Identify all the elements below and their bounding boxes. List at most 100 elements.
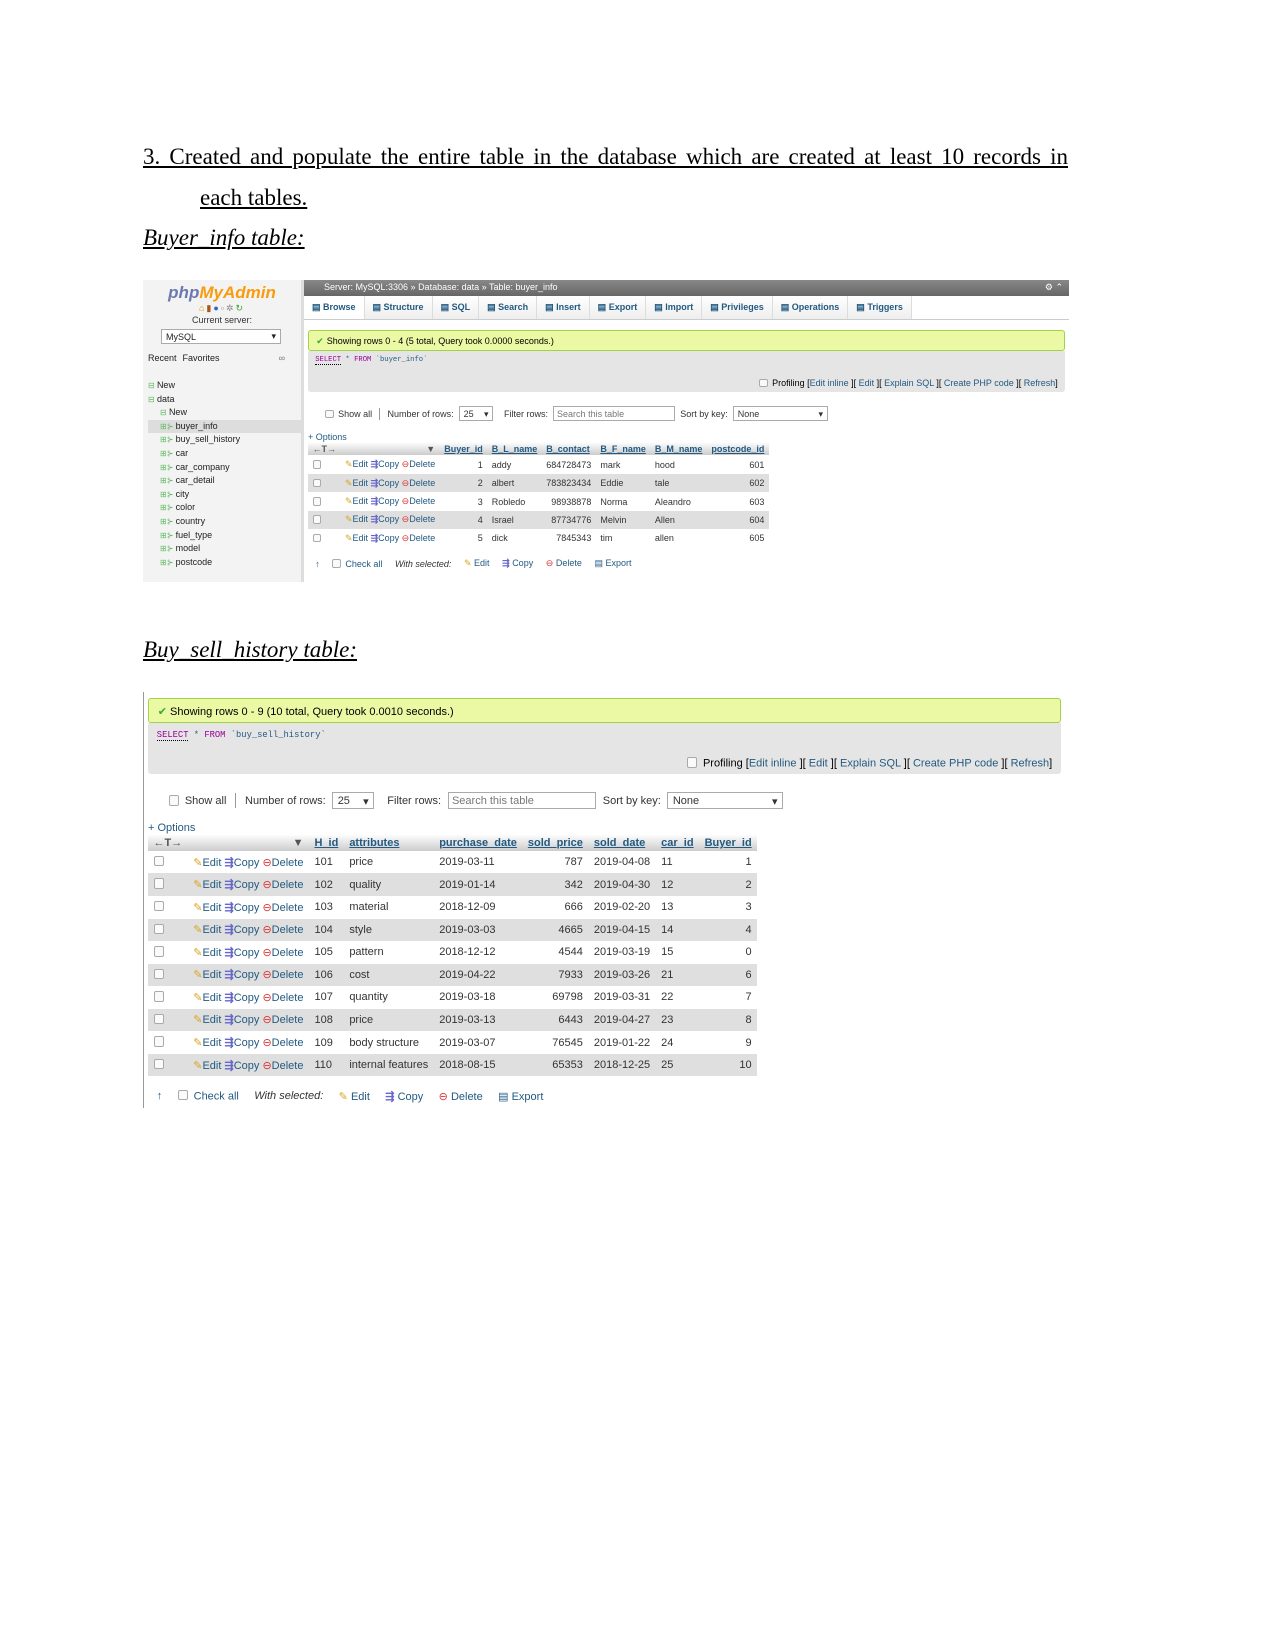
- copy-link[interactable]: Copy: [234, 902, 260, 914]
- tree-item-postcode[interactable]: ⊞⊱ postcode: [148, 556, 301, 570]
- copy-link[interactable]: Copy: [234, 879, 260, 891]
- copy-link[interactable]: Copy: [378, 496, 399, 506]
- delete-link[interactable]: Delete: [272, 857, 304, 869]
- edit-link[interactable]: Edit: [202, 924, 221, 936]
- settings-icon[interactable]: ✲: [226, 303, 236, 313]
- gear-icon[interactable]: ⚙: [1045, 282, 1053, 292]
- tab-operations[interactable]: ▤ Operations: [772, 296, 849, 319]
- row-checkbox[interactable]: [153, 901, 164, 912]
- filter-rows-input[interactable]: Search this table: [447, 791, 597, 810]
- edit-link[interactable]: Edit: [353, 533, 369, 543]
- tree-item-car[interactable]: ⊞⊱ car: [148, 447, 301, 461]
- row-checkbox[interactable]: [312, 478, 322, 488]
- query-link-refresh[interactable]: Refresh: [1011, 758, 1050, 770]
- bulk-edit-button[interactable]: ✎ Edit: [464, 558, 490, 569]
- filter-rows-input[interactable]: Search this table: [553, 406, 675, 422]
- sort-by-key-select[interactable]: None: [733, 406, 828, 422]
- row-checkbox[interactable]: [153, 923, 164, 934]
- row-checkbox[interactable]: [312, 460, 322, 469]
- copy-link[interactable]: Copy: [234, 1014, 260, 1026]
- copy-link[interactable]: Copy: [378, 478, 399, 488]
- query-link-edit[interactable]: Edit: [809, 758, 828, 770]
- profiling-checkbox[interactable]: [687, 757, 698, 768]
- edit-link[interactable]: Edit: [202, 969, 221, 981]
- edit-link[interactable]: Edit: [202, 857, 221, 869]
- delete-link[interactable]: Delete: [409, 514, 435, 524]
- row-checkbox[interactable]: [153, 1058, 164, 1070]
- delete-link[interactable]: Delete: [409, 533, 435, 543]
- query-link-edit-inline[interactable]: Edit inline: [810, 378, 849, 388]
- row-checkbox[interactable]: [312, 515, 322, 524]
- edit-link[interactable]: Edit: [202, 879, 221, 891]
- sort-dropdown-icon[interactable]: ▼: [187, 834, 309, 851]
- rows-per-page-select[interactable]: 25: [332, 791, 375, 810]
- sort-by-key-select[interactable]: None: [667, 791, 783, 810]
- tree-item-fuel-type[interactable]: ⊞⊱ fuel_type: [148, 529, 301, 543]
- query-link-edit-inline[interactable]: Edit inline: [749, 758, 797, 770]
- copy-link[interactable]: Copy: [378, 514, 399, 524]
- column-resize-handle[interactable]: ←T→: [308, 441, 341, 456]
- tab-structure[interactable]: ▤ Structure: [364, 296, 433, 319]
- query-link-explain-sql[interactable]: Explain SQL: [840, 758, 901, 770]
- options-toggle[interactable]: + Options: [148, 822, 1061, 834]
- bulk-export-button[interactable]: ▤ Export: [498, 1090, 543, 1103]
- sort-dropdown-icon[interactable]: ▼: [340, 441, 440, 456]
- show-all-checkbox[interactable]: [168, 795, 180, 806]
- edit-link[interactable]: Edit: [353, 514, 369, 524]
- row-checkbox[interactable]: [153, 946, 164, 957]
- query-link-explain-sql[interactable]: Explain SQL: [884, 378, 934, 388]
- delete-link[interactable]: Delete: [409, 496, 435, 506]
- delete-link[interactable]: Delete: [272, 1060, 304, 1072]
- copy-link[interactable]: Copy: [234, 1037, 260, 1049]
- column-header-car-id[interactable]: car_id: [655, 834, 700, 851]
- row-checkbox[interactable]: [312, 533, 322, 543]
- tab-insert[interactable]: ▤ Insert: [537, 296, 590, 319]
- column-header-buyer-id[interactable]: Buyer_id: [439, 441, 488, 456]
- delete-link[interactable]: Delete: [272, 947, 304, 959]
- tree-item-New[interactable]: ⊟ New: [148, 379, 301, 393]
- column-header-buyer-id[interactable]: Buyer_id: [699, 834, 758, 851]
- breadcrumb-item[interactable]: Database: data: [418, 282, 479, 292]
- delete-link[interactable]: Delete: [272, 992, 304, 1004]
- copy-link[interactable]: Copy: [234, 969, 260, 981]
- tree-item-buyer-info[interactable]: ⊞⊱ buyer_info: [148, 419, 301, 434]
- bulk-copy-button[interactable]: ⇶ Copy: [502, 558, 533, 569]
- edit-link[interactable]: Edit: [202, 947, 221, 959]
- tab-import[interactable]: ▤ Import: [646, 296, 703, 319]
- tree-item-data[interactable]: ⊟ data: [148, 393, 301, 407]
- delete-link[interactable]: Delete: [272, 902, 304, 914]
- row-checkbox[interactable]: [153, 1013, 164, 1025]
- check-all-checkbox[interactable]: [332, 559, 341, 568]
- edit-link[interactable]: Edit: [202, 992, 221, 1004]
- check-all[interactable]: Check all: [332, 559, 382, 569]
- delete-link[interactable]: Delete: [409, 478, 435, 488]
- server-select[interactable]: MySQL: [161, 329, 281, 344]
- help-icon[interactable]: ●: [213, 303, 220, 313]
- copy-link[interactable]: Copy: [378, 533, 399, 543]
- tree-item-country[interactable]: ⊞⊱ country: [148, 515, 301, 529]
- column-header-h-id[interactable]: H_id: [308, 834, 344, 851]
- edit-link[interactable]: Edit: [353, 496, 369, 506]
- column-header-b-l-name[interactable]: B_L_name: [487, 441, 542, 456]
- delete-link[interactable]: Delete: [272, 924, 304, 936]
- row-checkbox[interactable]: [153, 991, 164, 1002]
- column-header-b-f-name[interactable]: B_F_name: [595, 441, 651, 456]
- row-checkbox[interactable]: [312, 496, 322, 506]
- row-checkbox[interactable]: [153, 855, 164, 867]
- copy-link[interactable]: Copy: [234, 857, 260, 869]
- bulk-delete-button[interactable]: ⊖ Delete: [546, 558, 582, 569]
- copy-link[interactable]: Copy: [234, 1060, 260, 1072]
- tab-sql[interactable]: ▤ SQL: [432, 296, 480, 319]
- link-icon[interactable]: ∞: [279, 353, 285, 363]
- edit-link[interactable]: Edit: [202, 1060, 221, 1072]
- tree-item-New[interactable]: ⊟ New: [148, 406, 301, 420]
- breadcrumb-item[interactable]: Server: MySQL:3306: [324, 282, 408, 292]
- column-header-b-m-name[interactable]: B_M_name: [650, 441, 707, 456]
- bulk-edit-button[interactable]: ✎ Edit: [339, 1090, 370, 1103]
- tree-item-car-detail[interactable]: ⊞⊱ car_detail: [148, 474, 301, 488]
- row-checkbox[interactable]: [153, 968, 164, 980]
- bulk-copy-button[interactable]: ⇶ Copy: [385, 1090, 423, 1103]
- copy-link[interactable]: Copy: [234, 947, 260, 959]
- delete-link[interactable]: Delete: [272, 879, 304, 891]
- collapse-icon[interactable]: ⌃: [1055, 282, 1063, 292]
